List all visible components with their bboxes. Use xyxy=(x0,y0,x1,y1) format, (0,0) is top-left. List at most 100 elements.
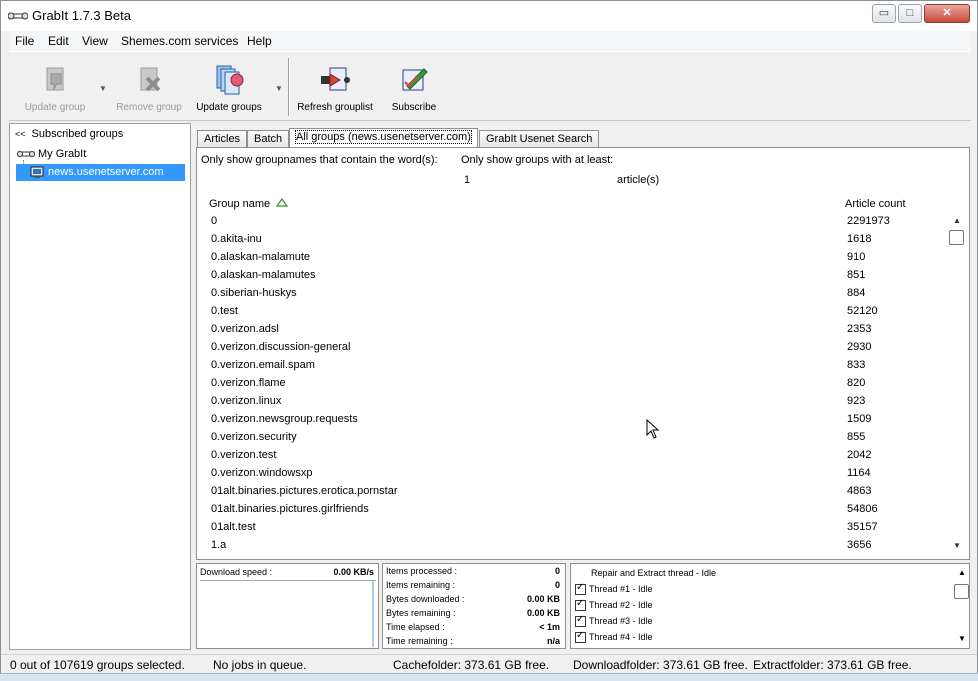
menu-edit[interactable]: Edit xyxy=(48,34,69,48)
refresh-grouplist-button[interactable]: Refresh grouplist xyxy=(295,58,375,116)
remove-group-button[interactable]: Remove group xyxy=(109,58,189,116)
table-row[interactable]: 0.verizon.linux 923 xyxy=(197,392,947,410)
collapse-panel-icon[interactable]: << xyxy=(15,129,26,139)
minimize-button[interactable]: ▭ xyxy=(872,4,896,23)
group-name-cell: 0.verizon.windowsxp xyxy=(211,467,313,479)
menu-view[interactable]: View xyxy=(82,34,108,48)
tab-articles[interactable]: Articles xyxy=(197,130,248,148)
thread-item[interactable]: Thread #3 - Idle xyxy=(575,614,653,630)
tab-usenet-search[interactable]: GrabIt Usenet Search xyxy=(479,130,600,148)
stat-row: Time remaining : n/a xyxy=(386,636,560,646)
article-count-cell: 923 xyxy=(847,395,866,407)
tab-batch[interactable]: Batch xyxy=(247,130,290,148)
menu-help[interactable]: Help xyxy=(247,34,272,48)
group-name-cell: 01alt.binaries.pictures.erotica.pornstar xyxy=(211,485,398,497)
article-count-cell: 4863 xyxy=(847,485,872,497)
group-name-cell: 0.verizon.test xyxy=(211,449,277,461)
group-name-cell: 0.verizon.email.spam xyxy=(211,359,315,371)
tab-all-groups[interactable]: All groups (news.usenetserver.com) xyxy=(289,128,478,148)
update-group-dropdown-icon[interactable]: ▼ xyxy=(99,84,107,93)
table-row[interactable]: 0.akita-inu 1618 xyxy=(197,230,947,248)
table-row[interactable]: 0.verizon.flame 820 xyxy=(197,374,947,392)
refresh-grouplist-icon xyxy=(321,67,350,91)
download-speed-bar xyxy=(372,581,374,647)
article-count-cell: 52120 xyxy=(847,305,878,317)
article-count-cell: 2353 xyxy=(847,323,872,335)
refresh-grouplist-label: Refresh grouplist xyxy=(297,102,373,113)
table-row[interactable]: 0.verizon.security 855 xyxy=(197,428,947,446)
download-speed-graph xyxy=(200,581,376,647)
update-groups-dropdown-icon[interactable]: ▼ xyxy=(275,84,283,93)
remove-group-label: Remove group xyxy=(116,102,182,113)
article-count-cell: 2291973 xyxy=(847,215,890,227)
article-count-cell: 820 xyxy=(847,377,866,389)
grabit-logo-icon xyxy=(8,12,28,20)
table-row[interactable]: 1.a 3656 xyxy=(197,536,947,554)
menu-shemes-services[interactable]: Shemes.com services xyxy=(121,34,238,48)
tree-node-server[interactable]: news.usenetserver.com xyxy=(16,164,185,181)
table-row[interactable]: 0.verizon.email.spam 833 xyxy=(197,356,947,374)
threads-scroll-up-icon[interactable]: ▲ xyxy=(958,568,966,577)
update-groups-button[interactable]: Update groups xyxy=(189,58,269,116)
mouse-cursor-icon xyxy=(646,419,660,439)
group-name-cell: 1.a xyxy=(211,539,227,551)
menu-file[interactable]: File xyxy=(15,34,34,48)
min-articles-input[interactable]: 1 xyxy=(464,174,470,186)
status-selected: 0 out of 107619 groups selected. xyxy=(10,658,185,672)
threads-scroll-down-icon[interactable]: ▼ xyxy=(958,634,966,643)
column-header-group-name[interactable]: Group name xyxy=(209,198,270,210)
group-name-cell: 0.siberian-huskys xyxy=(211,287,297,299)
update-groups-icon xyxy=(216,65,244,95)
menu-bar: File Edit View Shemes.com services Help xyxy=(9,31,971,51)
maximize-button[interactable]: □ xyxy=(898,4,922,23)
table-row[interactable]: 0.siberian-huskys 884 xyxy=(197,284,947,302)
download-speed-label: Download speed : xyxy=(200,567,273,577)
group-name-cell: 0.verizon.newsgroup.requests xyxy=(211,413,358,425)
table-row[interactable]: 0.verizon.windowsxp 1164 xyxy=(197,464,947,482)
status-queue: No jobs in queue. xyxy=(213,658,307,672)
thread-checkbox[interactable] xyxy=(575,614,586,628)
scroll-up-icon[interactable]: ▲ xyxy=(953,216,961,225)
table-row[interactable]: 0.alaskan-malamute 910 xyxy=(197,248,947,266)
thread-checkbox[interactable] xyxy=(575,598,586,612)
stat-row: Items processed :0 xyxy=(386,566,560,576)
min-articles-unit: article(s) xyxy=(617,174,660,186)
table-row[interactable]: 01alt.test 35157 xyxy=(197,518,947,536)
threads-scrollbar-thumb[interactable] xyxy=(954,584,969,599)
threads-panel: Repair and Extract thread - Idle Thread … xyxy=(570,563,970,649)
table-row[interactable]: 01alt.binaries.pictures.erotica.pornstar… xyxy=(197,482,947,500)
table-row[interactable]: 0.verizon.adsl 2353 xyxy=(197,320,947,338)
article-count-cell: 2042 xyxy=(847,449,872,461)
status-cachefolder: Cachefolder: 373.61 GB free. xyxy=(393,658,550,672)
update-groups-label: Update groups xyxy=(196,102,262,113)
group-name-cell: 0.verizon.discussion-general xyxy=(211,341,351,353)
update-group-icon xyxy=(46,67,64,91)
scroll-down-icon[interactable]: ▼ xyxy=(953,541,961,550)
column-header-article-count[interactable]: Article count xyxy=(845,198,906,210)
table-row[interactable]: 0.alaskan-malamutes 851 xyxy=(197,266,947,284)
thread-checkbox[interactable] xyxy=(575,630,586,644)
table-row[interactable]: 0 2291973 xyxy=(197,212,947,230)
tree-root-my-grabit[interactable]: My GrabIt xyxy=(17,148,86,160)
scrollbar-thumb[interactable] xyxy=(949,230,964,245)
toolbar: Update group ▼ Remove group Update group… xyxy=(9,51,971,121)
close-button[interactable]: ✕ xyxy=(924,4,970,23)
table-row[interactable]: 0.verizon.discussion-general 2930 xyxy=(197,338,947,356)
window-title: GrabIt 1.7.3 Beta xyxy=(32,8,132,23)
group-name-cell: 0.alaskan-malamute xyxy=(211,251,311,263)
article-count-cell: 35157 xyxy=(847,521,878,533)
table-row[interactable]: 01alt.binaries.pictures.girlfriends 54806 xyxy=(197,500,947,518)
thread-item[interactable]: Thread #1 - Idle xyxy=(575,582,653,598)
table-row[interactable]: 0.verizon.test 2042 xyxy=(197,446,947,464)
table-row[interactable]: 0.verizon.newsgroup.requests 1509 xyxy=(197,410,947,428)
stat-row: Time elapsed : < 1m xyxy=(386,622,560,632)
table-row[interactable]: 0.test 52120 xyxy=(197,302,947,320)
thread-checkbox[interactable] xyxy=(575,582,586,596)
update-group-button[interactable]: Update group xyxy=(15,58,95,116)
group-name-cell: 0.alaskan-malamutes xyxy=(211,269,316,281)
thread-item[interactable]: Thread #4 - Idle xyxy=(575,630,653,646)
tree-root-label: My GrabIt xyxy=(38,148,87,160)
thread-item[interactable]: Thread #2 - Idle xyxy=(575,598,653,614)
subscribe-icon xyxy=(402,68,428,91)
subscribe-button[interactable]: Subscribe xyxy=(374,58,454,116)
